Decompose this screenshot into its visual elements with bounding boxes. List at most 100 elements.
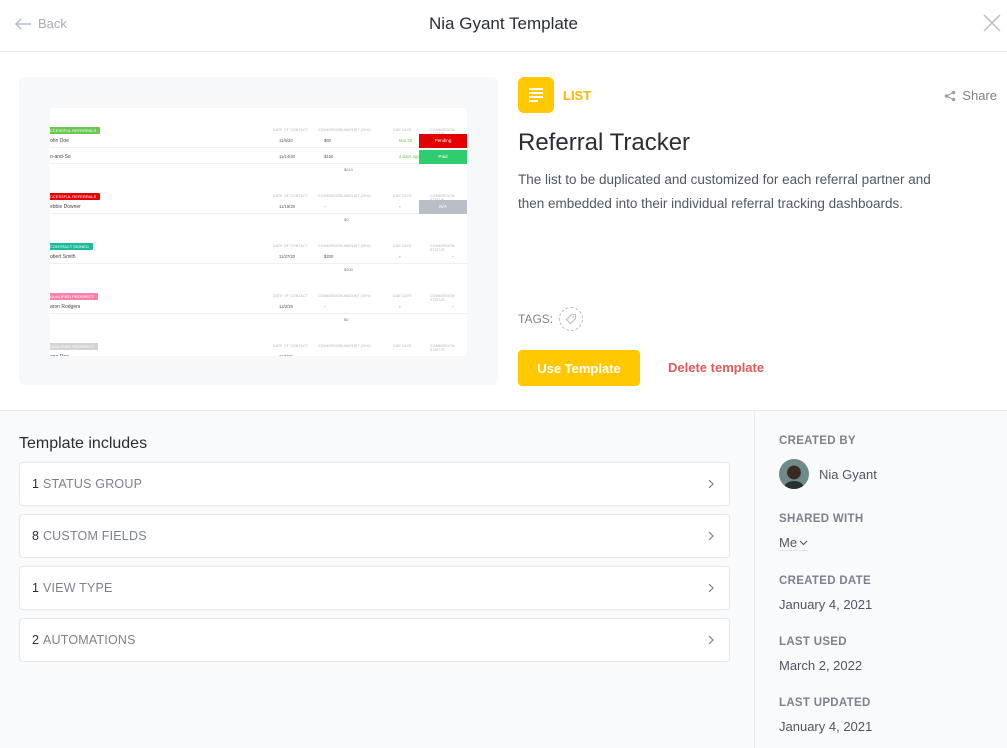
preview-list: CCESSFUL REFERRALS DATE OF CONTACT COMMISS…	[50, 108, 467, 356]
shared-with-dropdown[interactable]: Me	[779, 535, 863, 551]
preview-column-header: COMMISSION AMOUNT (20%)	[318, 294, 371, 298]
avatar	[779, 459, 809, 489]
preview-status-cell: -	[452, 304, 454, 309]
template-name: Referral Tracker	[518, 129, 691, 156]
last-used-value: March 2, 2022	[779, 658, 863, 673]
include-count: 2	[32, 633, 39, 647]
last-updated-label: LAST UPDATED	[779, 697, 871, 709]
preview-status-tag: CCESSFUL REFERRALS	[50, 193, 101, 200]
include-item-automations[interactable]: 2 AUTOMATIONS	[19, 618, 730, 662]
include-label: STATUS GROUP	[42, 477, 143, 491]
preview-column-header: DATE OF CONTACT	[273, 294, 308, 298]
tags-row: TAGS:	[518, 307, 584, 331]
chevron-right-icon	[708, 479, 714, 489]
preview-cell: $200	[324, 254, 334, 259]
preview-status-cell: -	[452, 254, 454, 259]
preview-cell: -	[324, 304, 326, 309]
preview-cell: ▫	[399, 204, 401, 209]
preview-group-header: QUALIFIED PROSPECT DATE OF CONTACT COMMISS…	[50, 340, 467, 352]
use-template-button[interactable]: Use Template	[518, 350, 640, 386]
shared-with-label: SHARED WITH	[779, 513, 864, 525]
include-item-custom-fields[interactable]: 8 CUSTOM FIELDS	[19, 514, 730, 558]
last-updated-section: LAST UPDATED January 4, 2021	[779, 697, 872, 734]
preview-column-header: DATE OF CONTACT	[273, 128, 308, 132]
preview-row: aron Rodgers 12/2/20 - ▫ -	[50, 300, 467, 314]
preview-status-tag: QUALIFIED PROSPECT	[50, 293, 99, 300]
shared-with-section: SHARED WITH Me	[779, 513, 863, 551]
preview-row: ohn Doe 11/6/20 $60 Mar 26 Pending	[50, 134, 467, 148]
preview-cell: 12/2/20	[279, 304, 293, 309]
preview-group-total: $0	[344, 217, 349, 222]
preview-cell: ▫	[399, 254, 401, 259]
preview-column-header: DUE DATE	[393, 128, 412, 132]
preview-row: o-and-So 11/14/20 $150 2 days ago Paid	[50, 150, 467, 164]
template-type: LIST	[518, 77, 591, 113]
share-icon	[944, 90, 956, 101]
preview-row: ebbie Downer 11/19/20 - ▫ N/A	[50, 200, 467, 214]
modal-header: Back Nia Gyant Template	[0, 0, 1007, 52]
preview-group: CONTRACT SIGNED DATE OF CONTACT COMMISSION…	[50, 224, 467, 274]
preview-cell: -	[324, 204, 326, 209]
preview-row-name: obert Smith	[50, 254, 76, 260]
share-label: Share	[962, 88, 997, 103]
vertical-divider	[754, 411, 755, 748]
preview-group-total: $200	[344, 267, 353, 272]
creator-name: Nia Gyant	[819, 466, 877, 482]
details-section: Template includes 1 STATUS GROUP 8 CUSTO…	[0, 410, 1007, 748]
preview-cell: 11/6/20	[279, 138, 293, 143]
preview-group-header: CCESSFUL REFERRALS DATE OF CONTACT COMMISS…	[50, 190, 467, 202]
preview-cell: $150	[324, 154, 334, 159]
delete-template-button[interactable]: Delete template	[668, 360, 764, 375]
close-icon[interactable]	[983, 14, 1001, 32]
preview-column-header: DATE OF CONTACT	[273, 244, 308, 248]
preview-group: CCESSFUL REFERRALS DATE OF CONTACT COMMISS…	[50, 108, 467, 174]
preview-row-name: o-and-So	[50, 154, 71, 160]
preview-cell: -	[324, 354, 325, 356]
chevron-right-icon	[708, 583, 714, 593]
modal-title: Nia Gyant Template	[429, 14, 578, 33]
preview-status-tag: CCESSFUL REFERRALS	[50, 127, 101, 134]
preview-status-cell: -	[452, 354, 453, 356]
preview-status-cell: N/A	[419, 200, 467, 214]
preview-status-tag: QUALIFIED PROSPECT	[50, 343, 99, 350]
preview-cell: ▫	[399, 304, 401, 309]
preview-column-header: DATE OF CONTACT	[273, 194, 308, 198]
preview-cell: 2 days ago	[399, 154, 420, 159]
preview-cell: $60	[324, 138, 331, 143]
created-by-label: CREATED BY	[779, 435, 856, 447]
preview-row-name: ane Doe	[50, 354, 69, 356]
created-date-label: CREATED DATE	[779, 575, 871, 587]
include-count: 1	[32, 477, 39, 491]
preview-group: CCESSFUL REFERRALS DATE OF CONTACT COMMISS…	[50, 174, 467, 224]
add-tag-button[interactable]	[559, 307, 584, 331]
preview-cell: 11/6/20	[279, 354, 293, 356]
chevron-right-icon	[708, 635, 714, 645]
include-label: VIEW TYPE	[42, 581, 113, 595]
creator: Nia Gyant	[779, 459, 877, 489]
preview-status-cell: Pending	[419, 134, 467, 148]
preview-column-header: DUE DATE	[393, 244, 412, 248]
type-label: LIST	[563, 87, 592, 103]
preview-group-total: $210	[344, 167, 353, 172]
last-used-section: LAST USED March 2, 2022	[779, 636, 862, 673]
shared-with-value: Me	[779, 535, 798, 550]
preview-status-tag: CONTRACT SIGNED	[50, 243, 93, 250]
includes-title: Template includes	[19, 435, 148, 452]
preview-row-name: ohn Doe	[50, 138, 69, 144]
created-by-section: CREATED BY Nia Gyant	[779, 435, 877, 489]
preview-row-name: ebbie Downer	[50, 204, 81, 210]
chevron-right-icon	[708, 531, 714, 541]
include-label: AUTOMATIONS	[42, 633, 136, 647]
include-item-view-type[interactable]: 1 VIEW TYPE	[19, 566, 730, 610]
preview-cell: ▫	[399, 354, 401, 356]
include-item-status-group[interactable]: 1 STATUS GROUP	[19, 462, 730, 506]
preview-cell: 11/27/20	[279, 254, 295, 259]
preview-row-name: aron Rodgers	[50, 304, 81, 310]
tag-icon	[565, 313, 577, 325]
tags-label: TAGS:	[518, 312, 554, 326]
share-button[interactable]: Share	[944, 88, 997, 103]
preview-group-header: CONTRACT SIGNED DATE OF CONTACT COMMISSION…	[50, 240, 467, 252]
preview-cell: 11/14/20	[279, 154, 295, 159]
last-updated-value: January 4, 2021	[779, 719, 873, 734]
preview-group: QUALIFIED PROSPECT DATE OF CONTACT COMMISS…	[50, 324, 467, 356]
